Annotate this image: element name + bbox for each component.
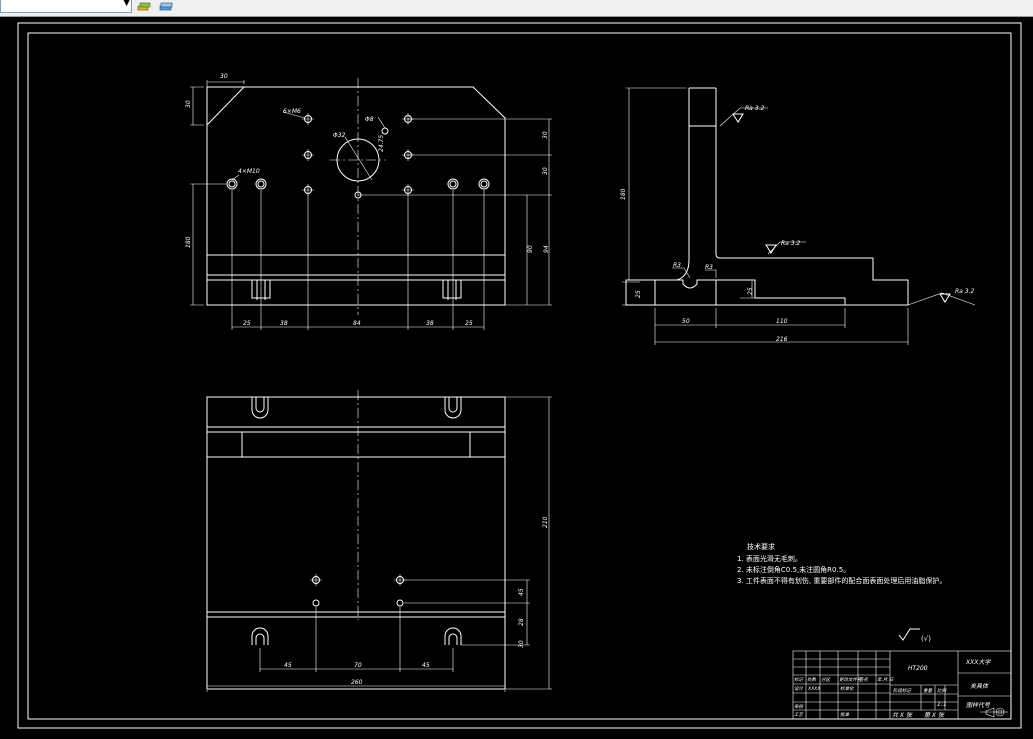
hole-label: 4×M10 [238, 168, 260, 175]
sheet-total: 共 X 张 [892, 712, 913, 719]
hole-label: Φ32 [333, 132, 346, 139]
dim-text: 84 [353, 320, 361, 327]
layer-state-icon[interactable] [136, 0, 152, 12]
tb-cell: 标记 [794, 677, 803, 683]
dim-text: 45 [518, 588, 525, 596]
title-block: HT200 XXX大学 夹具体 图样代号 1:1 共 X 张 第 X 张 标记 … [792, 650, 1012, 720]
tb-cell: 标准化 [840, 686, 854, 692]
toolbar: ▼ [0, 0, 1033, 17]
sheet-number: 第 X 张 [924, 711, 945, 719]
dim-text: 216 [776, 336, 788, 343]
roughness-label: Ra 3.2 [781, 240, 800, 247]
tb-cell: 分区 [821, 677, 831, 683]
dim-text: 94 [543, 245, 550, 253]
tb-cell: 设计 [794, 686, 803, 692]
tb-cell: 重量 [923, 688, 932, 694]
tb-cell: 批准 [840, 712, 849, 718]
part-name: 夹具体 [970, 682, 989, 690]
general-roughness-symbol: (√) [898, 628, 931, 643]
radius-label: R3 [673, 262, 681, 269]
bottom-view: 210 45 28 30 45 70 45 260 [206, 390, 552, 692]
school-name: XXX大学 [965, 658, 991, 666]
general-roughness-text: (√) [921, 635, 931, 643]
radius-label: R3 [705, 264, 713, 271]
tech-title: 技术要求 [747, 542, 775, 551]
tech-item: 2. 未标注倒角C0.5,未注圆角R0.5。 [737, 565, 850, 574]
dim-text: 38 [280, 320, 288, 327]
dim-text: 25 [635, 290, 642, 298]
tb-cell: 比例 [937, 688, 947, 694]
dim-text: 50 [682, 318, 690, 325]
tb-cell: 审核 [794, 704, 804, 710]
drawing-canvas[interactable]: 30 30 6×M6 Φ8 Φ32 4×M10 30 30 90 94 24.7… [0, 17, 1033, 739]
dim-text: 180 [185, 236, 192, 248]
tech-requirements: 技术要求 1. 表面光滑无毛刺。 2. 未标注倒角C0.5,未注圆角R0.5。 … [737, 542, 946, 585]
dim-text: 260 [351, 679, 363, 686]
dim-text: 110 [776, 318, 788, 325]
dim-text: 30 [518, 640, 525, 648]
dim-text: 30 [542, 131, 549, 139]
hole-label: Φ8 [365, 116, 374, 123]
dim-text: 25 [243, 320, 251, 327]
side-view: Ra 3.2 Ra 3.2 Ra 3.2 R3 R3 180 25 25 50 … [620, 87, 976, 345]
layer-combo[interactable]: ▼ [0, 0, 132, 13]
chevron-down-icon[interactable]: ▼ [123, 0, 130, 8]
roughness-label: Ra 3.2 [955, 288, 974, 295]
layer-properties-icon[interactable] [158, 0, 174, 12]
tb-cell: 工艺 [794, 712, 804, 718]
dim-text: 28 [518, 618, 525, 626]
tb-cell: 年.月.日 [877, 677, 894, 683]
dim-text: 38 [426, 320, 434, 327]
tech-item: 1. 表面光滑无毛刺。 [737, 554, 802, 563]
dim-text: 70 [354, 662, 362, 669]
top-view: 30 30 6×M6 Φ8 Φ32 4×M10 30 30 90 94 24.7… [185, 73, 552, 330]
material: HT200 [908, 665, 928, 672]
roughness-label: Ra 3.2 [745, 105, 764, 112]
dim-text: 30 [542, 167, 549, 175]
dim-text: 30 [220, 73, 228, 80]
tech-item: 3. 工件表面不得有划伤, 重要部件的配合面表面处理后用油脂保护。 [737, 576, 946, 585]
sheet-border-inner [27, 32, 1012, 720]
dim-text: 25 [465, 320, 473, 327]
dim-text: 45 [284, 662, 292, 669]
hole-label: 6×M6 [283, 108, 301, 115]
tb-cell: 处数 [807, 677, 816, 683]
tb-cell: 阶段标记 [893, 688, 911, 694]
dim-text: 210 [542, 516, 549, 528]
tb-cell: 签名 [859, 677, 868, 683]
scale: 1:1 [937, 701, 947, 708]
dim-text: 24.75 [378, 135, 385, 152]
dim-text: 180 [620, 188, 627, 200]
dim-text: 30 [185, 100, 192, 108]
tb-cell: XXXX [807, 686, 821, 692]
dim-text: 25 [747, 287, 754, 295]
dim-text: 45 [422, 662, 430, 669]
projection-symbol-icon [980, 707, 1008, 718]
dim-text: 90 [527, 245, 534, 253]
drawing-number: 图样代号 [966, 701, 991, 709]
